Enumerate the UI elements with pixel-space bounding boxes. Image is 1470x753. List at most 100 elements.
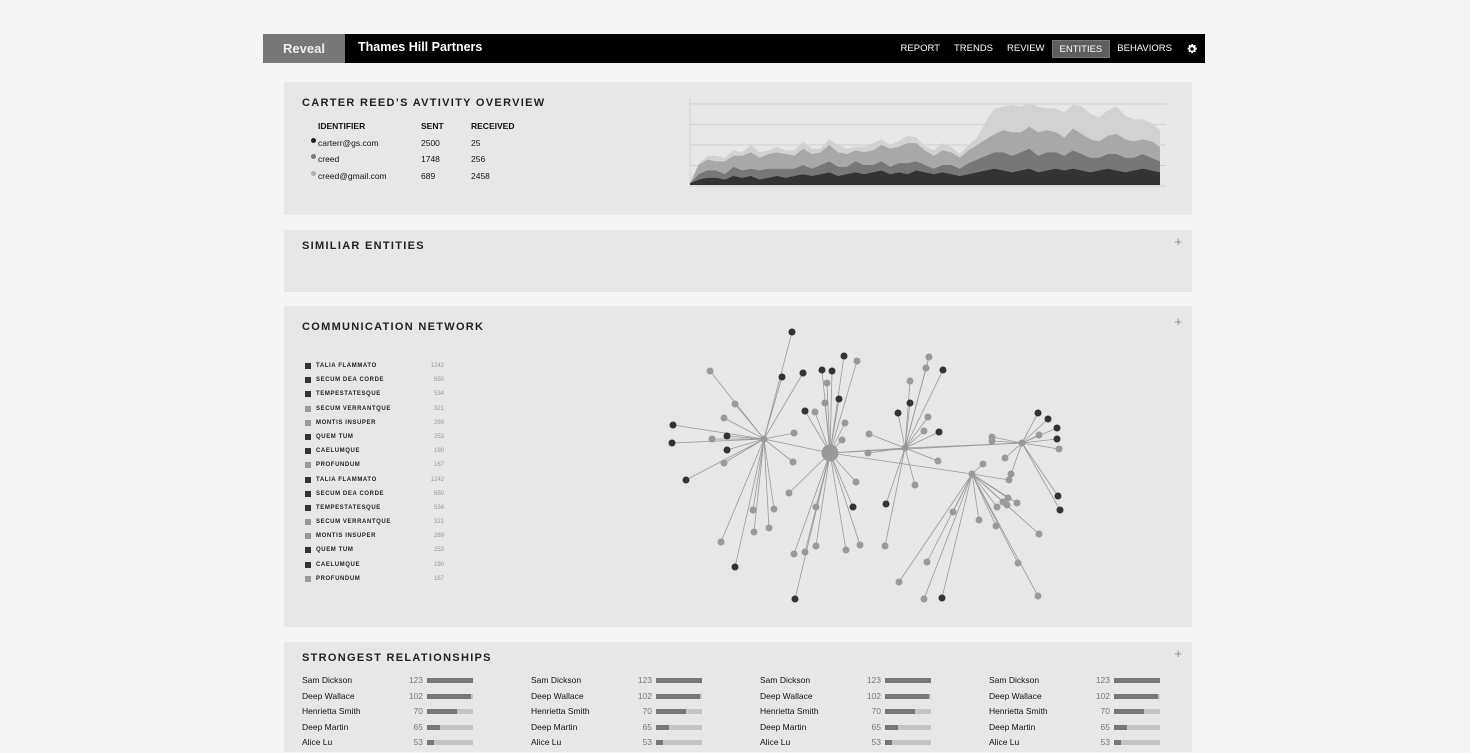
network-node[interactable] <box>1014 559 1022 567</box>
network-node[interactable] <box>935 428 943 436</box>
network-hub-node[interactable] <box>901 444 909 452</box>
network-node[interactable] <box>1055 445 1063 453</box>
expand-plus-icon[interactable]: + <box>1174 314 1182 329</box>
network-node[interactable] <box>1044 415 1052 423</box>
network-node[interactable] <box>821 399 829 407</box>
network-node[interactable] <box>790 550 798 558</box>
network-node[interactable] <box>906 399 914 407</box>
relationship-row[interactable]: Sam Dickson 123 <box>989 675 1189 691</box>
network-node[interactable] <box>992 522 1000 530</box>
network-node[interactable] <box>1005 476 1013 484</box>
network-node[interactable] <box>669 421 677 429</box>
network-node[interactable] <box>1007 470 1015 478</box>
relationship-row[interactable]: Deep Wallace 102 <box>531 691 731 707</box>
relationship-row[interactable]: Alice Lu 53 <box>760 737 960 753</box>
network-node[interactable] <box>750 528 758 536</box>
network-node[interactable] <box>1035 530 1043 538</box>
network-node[interactable] <box>801 407 809 415</box>
relationship-row[interactable]: Alice Lu 53 <box>531 737 731 753</box>
network-node[interactable] <box>749 506 757 514</box>
relationship-row[interactable]: Deep Martin 65 <box>531 722 731 738</box>
network-node[interactable] <box>895 578 903 586</box>
network-node[interactable] <box>979 460 987 468</box>
network-node[interactable] <box>939 366 947 374</box>
relationship-row[interactable]: Sam Dickson 123 <box>760 675 960 691</box>
relationship-row[interactable]: Alice Lu 53 <box>302 737 502 753</box>
network-node[interactable] <box>882 500 890 508</box>
network-node[interactable] <box>925 353 933 361</box>
relationship-row[interactable]: Deep Martin 65 <box>302 722 502 738</box>
network-node[interactable] <box>801 548 809 556</box>
relationship-row[interactable]: Deep Wallace 102 <box>302 691 502 707</box>
relationship-row[interactable]: Deep Martin 65 <box>989 722 1189 738</box>
relationship-row[interactable]: Deep Wallace 102 <box>760 691 960 707</box>
expand-plus-icon[interactable]: + <box>1174 234 1182 249</box>
network-node[interactable] <box>811 408 819 416</box>
network-node[interactable] <box>682 476 690 484</box>
network-node[interactable] <box>812 503 820 511</box>
network-node[interactable] <box>785 489 793 497</box>
network-node[interactable] <box>790 429 798 437</box>
network-node[interactable] <box>853 357 861 365</box>
network-node[interactable] <box>818 366 826 374</box>
network-node[interactable] <box>906 377 914 385</box>
network-node[interactable] <box>852 478 860 486</box>
network-node[interactable] <box>842 546 850 554</box>
network-node[interactable] <box>706 367 714 375</box>
network-center-node[interactable] <box>821 444 839 462</box>
network-node[interactable] <box>835 395 843 403</box>
relationship-row[interactable]: Henrietta Smith 70 <box>531 706 731 722</box>
nav-review[interactable]: REVIEW <box>1000 40 1051 58</box>
network-node[interactable] <box>789 458 797 466</box>
network-node[interactable] <box>1034 409 1042 417</box>
network-node[interactable] <box>934 457 942 465</box>
expand-plus-icon[interactable]: + <box>1174 646 1182 661</box>
relationship-row[interactable]: Henrietta Smith 70 <box>760 706 960 722</box>
network-node[interactable] <box>922 364 930 372</box>
nav-entities[interactable]: ENTITIES <box>1051 39 1111 58</box>
network-node[interactable] <box>949 508 957 516</box>
relationship-row[interactable]: Henrietta Smith 70 <box>989 706 1189 722</box>
network-node[interactable] <box>920 427 928 435</box>
network-node[interactable] <box>881 542 889 550</box>
network-node[interactable] <box>1054 492 1062 500</box>
nav-behaviors[interactable]: BEHAVIORS <box>1110 40 1179 58</box>
network-hub-node[interactable] <box>1018 439 1026 447</box>
relationship-row[interactable]: Deep Martin 65 <box>760 722 960 738</box>
network-hub-node[interactable] <box>968 470 976 478</box>
network-node[interactable] <box>731 563 739 571</box>
network-node[interactable] <box>1034 592 1042 600</box>
network-node[interactable] <box>988 433 996 441</box>
network-node[interactable] <box>894 409 902 417</box>
network-node[interactable] <box>791 595 799 603</box>
network-node[interactable] <box>708 435 716 443</box>
network-node[interactable] <box>799 369 807 377</box>
network-node[interactable] <box>723 446 731 454</box>
app-brand[interactable]: Reveal <box>263 34 345 63</box>
network-node[interactable] <box>812 542 820 550</box>
network-node[interactable] <box>923 558 931 566</box>
network-node[interactable] <box>993 503 1001 511</box>
relationship-row[interactable]: Deep Wallace 102 <box>989 691 1189 707</box>
network-node[interactable] <box>924 413 932 421</box>
network-node[interactable] <box>911 481 919 489</box>
nav-trends[interactable]: TRENDS <box>947 40 1000 58</box>
network-node[interactable] <box>1056 506 1064 514</box>
gear-icon[interactable] <box>1179 34 1205 63</box>
network-node[interactable] <box>938 594 946 602</box>
network-node[interactable] <box>788 328 796 336</box>
network-node[interactable] <box>668 439 676 447</box>
network-node[interactable] <box>864 449 872 457</box>
relationship-row[interactable]: Alice Lu 53 <box>989 737 1189 753</box>
network-node[interactable] <box>723 432 731 440</box>
network-node[interactable] <box>1053 435 1061 443</box>
nav-report[interactable]: REPORT <box>894 40 947 58</box>
network-node[interactable] <box>1003 501 1011 509</box>
network-node[interactable] <box>720 459 728 467</box>
network-node[interactable] <box>1035 431 1043 439</box>
network-node[interactable] <box>849 503 857 511</box>
network-node[interactable] <box>717 538 725 546</box>
network-node[interactable] <box>975 516 983 524</box>
relationship-row[interactable]: Sam Dickson 123 <box>531 675 731 691</box>
network-node[interactable] <box>1013 499 1021 507</box>
